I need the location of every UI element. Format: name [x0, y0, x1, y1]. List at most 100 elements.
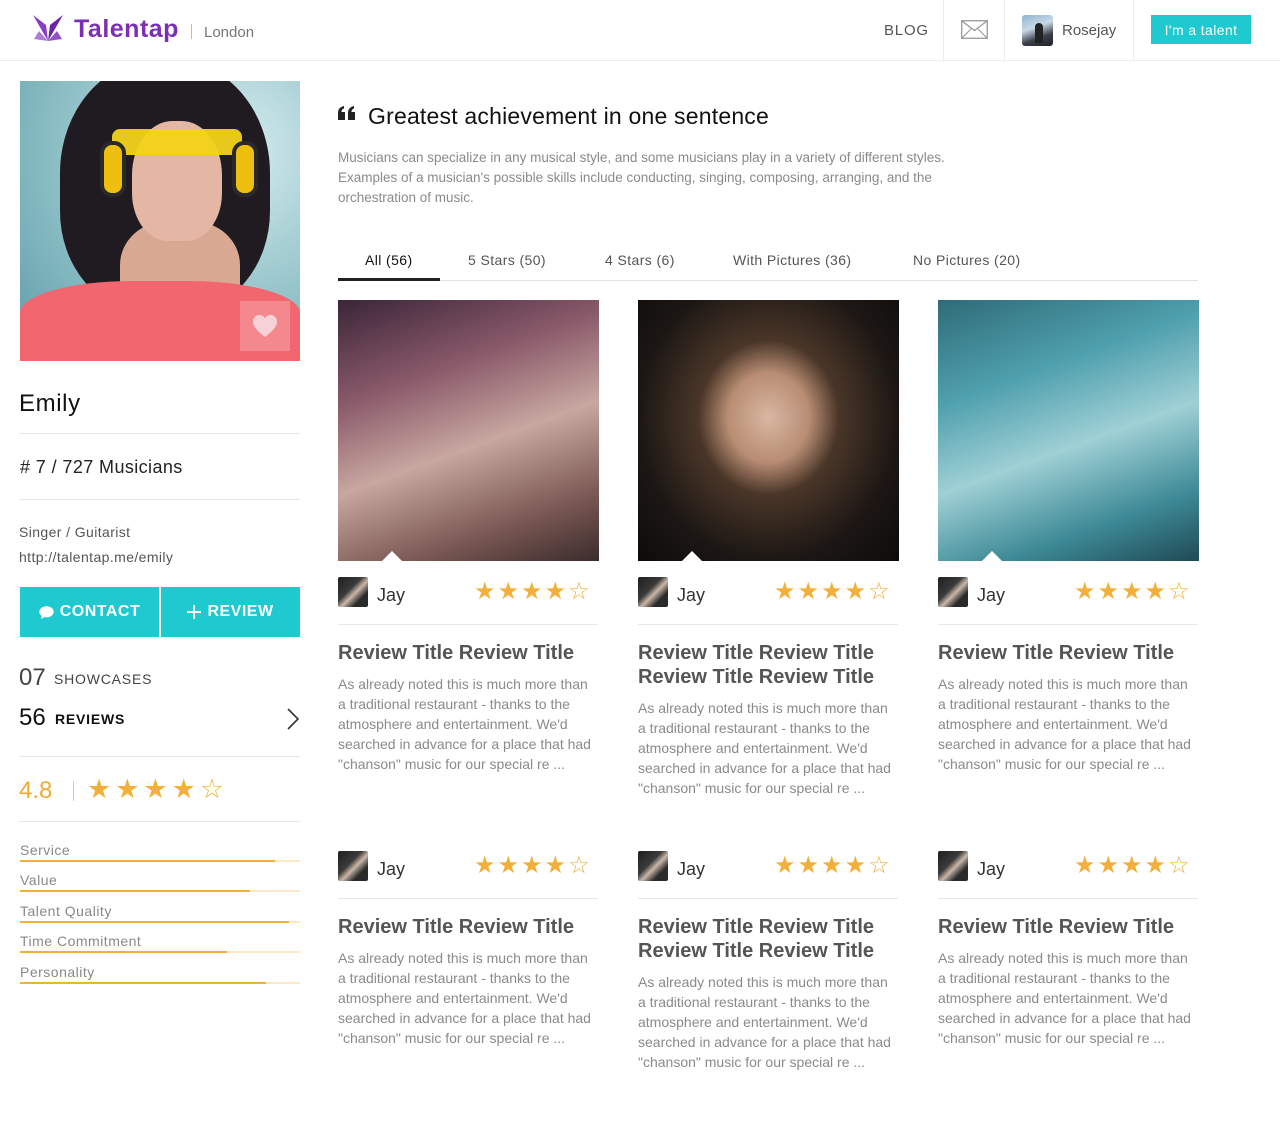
metric-bar-fill — [20, 951, 228, 953]
overall-rating-stars: ★★★★☆ — [87, 774, 229, 804]
review-title[interactable]: Review Title Review Title Review Title R… — [638, 915, 898, 963]
metric-bar — [20, 890, 300, 892]
reviewer-avatar[interactable] — [638, 577, 668, 607]
review-stars: ★★★★☆ — [474, 578, 592, 605]
review-excerpt: As already noted this is much more than … — [338, 676, 591, 772]
review-excerpt: As already noted this is much more than … — [938, 676, 1191, 772]
contact-label: CONTACT — [59, 603, 141, 620]
reviewer-name[interactable]: Jay — [377, 585, 405, 606]
review-stars: ★★★★☆ — [1074, 578, 1192, 605]
page-headline: Greatest achievement in one sentence — [368, 103, 769, 129]
metric-bar-fill — [20, 982, 267, 984]
city-label[interactable]: London — [204, 24, 254, 41]
showcases-count[interactable]: 07 — [19, 664, 46, 692]
overall-rating: 4.8 — [19, 777, 53, 804]
review-excerpt: As already noted this is much more than … — [638, 700, 891, 796]
divider — [19, 756, 300, 757]
review-photo[interactable] — [338, 300, 599, 561]
metric-label: Value — [20, 872, 58, 888]
review-photo[interactable] — [638, 300, 899, 561]
review-photo[interactable] — [938, 300, 1199, 561]
active-tab-indicator — [338, 278, 440, 281]
review-title[interactable]: Review Title Review Title — [338, 915, 598, 939]
showcases-label[interactable]: SHOWCASES — [54, 671, 152, 687]
reviewer-name[interactable]: Jay — [977, 585, 1005, 606]
review-author-row: Jay ★★★★☆ — [638, 577, 898, 625]
review-excerpt: As already noted this is much more than … — [338, 950, 591, 1046]
contact-button[interactable]: CONTACT — [20, 587, 159, 637]
tab-all[interactable]: All (56) — [365, 252, 413, 268]
review-excerpt: As already noted this is much more than … — [938, 950, 1191, 1046]
metric-bar — [20, 982, 300, 984]
reviewer-avatar[interactable] — [338, 577, 368, 607]
metric-label: Personality — [20, 964, 95, 980]
nav-blog-link[interactable]: BLOG — [884, 22, 929, 39]
metric-bar-fill — [20, 921, 289, 923]
im-a-talent-button[interactable]: I'm a talent — [1151, 15, 1251, 44]
brand-name[interactable]: Talentap — [74, 15, 179, 44]
butterfly-logo-icon[interactable] — [31, 13, 65, 45]
tab-5-stars[interactable]: 5 Stars (50) — [468, 252, 546, 268]
review-filter-tabs: All (56) 5 Stars (50) 4 Stars (6) With P… — [338, 241, 1198, 281]
chat-bubble-icon — [39, 605, 54, 619]
metric-bar — [20, 860, 300, 862]
profile-name: Emily — [19, 390, 81, 417]
review-excerpt: As already noted this is much more than … — [638, 974, 891, 1070]
metric-bar-fill — [20, 860, 275, 862]
review-author-row: Jay ★★★★☆ — [938, 851, 1198, 899]
review-stars: ★★★★☆ — [474, 852, 592, 879]
reviewer-avatar[interactable] — [938, 577, 968, 607]
reviewer-name[interactable]: Jay — [677, 585, 705, 606]
tab-4-stars[interactable]: 4 Stars (6) — [605, 252, 675, 268]
tab-with-pictures[interactable]: With Pictures (36) — [733, 252, 851, 268]
reviewer-avatar[interactable] — [338, 851, 368, 881]
reviewer-avatar[interactable] — [938, 851, 968, 881]
profile-role: Singer / Guitarist — [19, 524, 131, 540]
review-author-row: Jay ★★★★☆ — [638, 851, 898, 899]
divider — [19, 499, 300, 500]
review-title[interactable]: Review Title Review Title — [938, 915, 1198, 939]
review-author-row: Jay ★★★★☆ — [338, 577, 598, 625]
profile-rank: # 7 / 727 Musicians — [20, 457, 183, 477]
reviews-label[interactable]: REVIEWS — [55, 711, 125, 727]
profile-url[interactable]: http://talentap.me/emily — [19, 549, 173, 565]
rating-divider — [73, 781, 74, 801]
intro-text: Musicians can specialize in any musical … — [338, 150, 945, 205]
quote-icon — [338, 106, 355, 120]
reviewer-name[interactable]: Jay — [677, 859, 705, 880]
mail-icon[interactable] — [961, 20, 988, 39]
review-author-row: Jay ★★★★☆ — [938, 577, 1198, 625]
divider — [19, 433, 300, 434]
user-name[interactable]: Rosejay — [1062, 22, 1116, 39]
reviewer-avatar[interactable] — [638, 851, 668, 881]
review-label: REVIEW — [207, 603, 274, 620]
reviews-count[interactable]: 56 — [19, 704, 46, 732]
review-title[interactable]: Review Title Review Title — [338, 641, 598, 665]
review-author-row: Jay ★★★★☆ — [338, 851, 598, 899]
review-title[interactable]: Review Title Review Title — [938, 641, 1198, 665]
reviewer-name[interactable]: Jay — [977, 859, 1005, 880]
metric-bar — [20, 951, 300, 953]
metric-bar — [20, 921, 300, 923]
user-avatar[interactable] — [1022, 15, 1053, 46]
review-title[interactable]: Review Title Review Title Review Title R… — [638, 641, 898, 689]
metric-label: Time Commitment — [20, 933, 142, 949]
top-header: Talentap London BLOG Rosejay I'm a talen… — [0, 0, 1280, 61]
plus-icon — [187, 605, 202, 619]
metric-label: Talent Quality — [20, 903, 112, 919]
metric-label: Service — [20, 842, 71, 858]
chevron-right-icon[interactable] — [286, 707, 300, 731]
metric-bar-fill — [20, 890, 250, 892]
nav-divider — [1133, 0, 1134, 60]
review-stars: ★★★★☆ — [1074, 852, 1192, 879]
heart-icon[interactable] — [252, 314, 278, 338]
nav-divider — [943, 0, 944, 60]
brand-divider — [191, 24, 192, 39]
nav-divider — [1004, 0, 1005, 60]
review-stars: ★★★★☆ — [774, 578, 892, 605]
add-review-button[interactable]: REVIEW — [161, 587, 300, 637]
tab-no-pictures[interactable]: No Pictures (20) — [913, 252, 1021, 268]
review-stars: ★★★★☆ — [774, 852, 892, 879]
divider — [19, 821, 300, 822]
reviewer-name[interactable]: Jay — [377, 859, 405, 880]
